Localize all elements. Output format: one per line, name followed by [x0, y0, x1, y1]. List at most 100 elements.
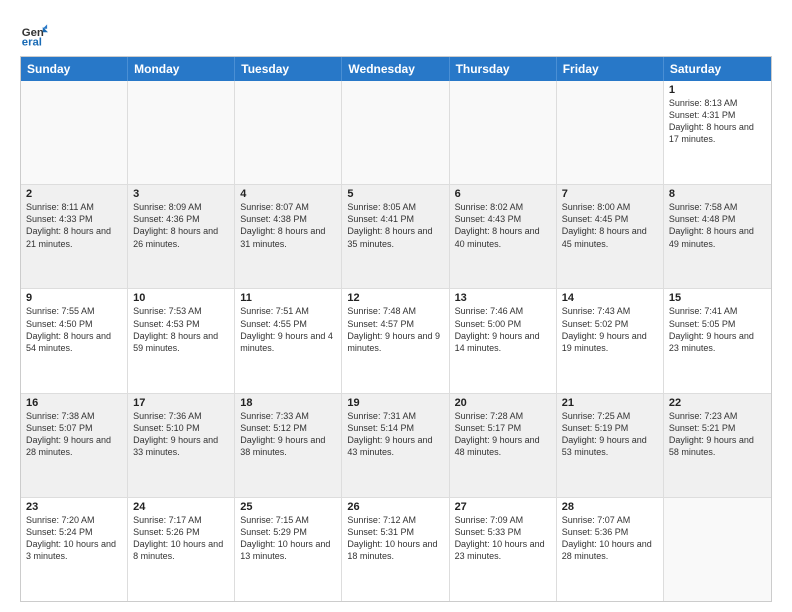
calendar-cell: 24Sunrise: 7:17 AMSunset: 5:26 PMDayligh…	[128, 498, 235, 601]
cell-info: Sunrise: 8:13 AMSunset: 4:31 PMDaylight:…	[669, 97, 766, 146]
day-number: 2	[26, 188, 122, 200]
calendar-cell: 16Sunrise: 7:38 AMSunset: 5:07 PMDayligh…	[21, 394, 128, 497]
day-number: 4	[240, 188, 336, 200]
cell-info: Sunrise: 8:09 AMSunset: 4:36 PMDaylight:…	[133, 201, 229, 250]
cell-info: Sunrise: 7:15 AMSunset: 5:29 PMDaylight:…	[240, 514, 336, 563]
cell-info: Sunrise: 7:53 AMSunset: 4:53 PMDaylight:…	[133, 305, 229, 354]
cell-info: Sunrise: 8:02 AMSunset: 4:43 PMDaylight:…	[455, 201, 551, 250]
day-number: 22	[669, 397, 766, 409]
logo-icon: Gen eral	[20, 20, 48, 48]
cell-info: Sunrise: 7:36 AMSunset: 5:10 PMDaylight:…	[133, 410, 229, 459]
day-number: 5	[347, 188, 443, 200]
day-number: 21	[562, 397, 658, 409]
calendar-page: Gen eral SundayMondayTuesdayWednesdayThu…	[0, 0, 792, 612]
calendar-header-cell: Friday	[557, 57, 664, 81]
cell-info: Sunrise: 8:00 AMSunset: 4:45 PMDaylight:…	[562, 201, 658, 250]
calendar-cell: 26Sunrise: 7:12 AMSunset: 5:31 PMDayligh…	[342, 498, 449, 601]
cell-info: Sunrise: 7:25 AMSunset: 5:19 PMDaylight:…	[562, 410, 658, 459]
logo: Gen eral	[20, 20, 50, 48]
cell-info: Sunrise: 7:38 AMSunset: 5:07 PMDaylight:…	[26, 410, 122, 459]
cell-info: Sunrise: 7:12 AMSunset: 5:31 PMDaylight:…	[347, 514, 443, 563]
day-number: 25	[240, 501, 336, 513]
calendar-cell: 25Sunrise: 7:15 AMSunset: 5:29 PMDayligh…	[235, 498, 342, 601]
day-number: 9	[26, 292, 122, 304]
calendar-cell	[557, 81, 664, 184]
calendar-cell	[21, 81, 128, 184]
calendar-cell: 4Sunrise: 8:07 AMSunset: 4:38 PMDaylight…	[235, 185, 342, 288]
calendar-cell	[128, 81, 235, 184]
cell-info: Sunrise: 8:07 AMSunset: 4:38 PMDaylight:…	[240, 201, 336, 250]
cell-info: Sunrise: 7:20 AMSunset: 5:24 PMDaylight:…	[26, 514, 122, 563]
day-number: 13	[455, 292, 551, 304]
calendar-cell: 12Sunrise: 7:48 AMSunset: 4:57 PMDayligh…	[342, 289, 449, 392]
cell-info: Sunrise: 7:46 AMSunset: 5:00 PMDaylight:…	[455, 305, 551, 354]
cell-info: Sunrise: 7:31 AMSunset: 5:14 PMDaylight:…	[347, 410, 443, 459]
cell-info: Sunrise: 7:28 AMSunset: 5:17 PMDaylight:…	[455, 410, 551, 459]
day-number: 11	[240, 292, 336, 304]
calendar-body: 1Sunrise: 8:13 AMSunset: 4:31 PMDaylight…	[21, 81, 771, 601]
cell-info: Sunrise: 7:23 AMSunset: 5:21 PMDaylight:…	[669, 410, 766, 459]
calendar-cell: 11Sunrise: 7:51 AMSunset: 4:55 PMDayligh…	[235, 289, 342, 392]
day-number: 24	[133, 501, 229, 513]
cell-info: Sunrise: 7:07 AMSunset: 5:36 PMDaylight:…	[562, 514, 658, 563]
calendar-cell: 14Sunrise: 7:43 AMSunset: 5:02 PMDayligh…	[557, 289, 664, 392]
cell-info: Sunrise: 7:09 AMSunset: 5:33 PMDaylight:…	[455, 514, 551, 563]
calendar-cell: 23Sunrise: 7:20 AMSunset: 5:24 PMDayligh…	[21, 498, 128, 601]
calendar-cell: 5Sunrise: 8:05 AMSunset: 4:41 PMDaylight…	[342, 185, 449, 288]
calendar-grid: SundayMondayTuesdayWednesdayThursdayFrid…	[20, 56, 772, 602]
calendar-cell: 8Sunrise: 7:58 AMSunset: 4:48 PMDaylight…	[664, 185, 771, 288]
day-number: 15	[669, 292, 766, 304]
day-number: 28	[562, 501, 658, 513]
calendar-week-row: 1Sunrise: 8:13 AMSunset: 4:31 PMDaylight…	[21, 81, 771, 184]
day-number: 6	[455, 188, 551, 200]
calendar-cell: 18Sunrise: 7:33 AMSunset: 5:12 PMDayligh…	[235, 394, 342, 497]
day-number: 26	[347, 501, 443, 513]
calendar-cell	[664, 498, 771, 601]
calendar-cell: 6Sunrise: 8:02 AMSunset: 4:43 PMDaylight…	[450, 185, 557, 288]
cell-info: Sunrise: 7:55 AMSunset: 4:50 PMDaylight:…	[26, 305, 122, 354]
day-number: 20	[455, 397, 551, 409]
cell-info: Sunrise: 7:33 AMSunset: 5:12 PMDaylight:…	[240, 410, 336, 459]
calendar-cell: 19Sunrise: 7:31 AMSunset: 5:14 PMDayligh…	[342, 394, 449, 497]
calendar-cell	[235, 81, 342, 184]
page-header: Gen eral	[20, 16, 772, 48]
cell-info: Sunrise: 7:41 AMSunset: 5:05 PMDaylight:…	[669, 305, 766, 354]
day-number: 18	[240, 397, 336, 409]
cell-info: Sunrise: 8:05 AMSunset: 4:41 PMDaylight:…	[347, 201, 443, 250]
cell-info: Sunrise: 7:51 AMSunset: 4:55 PMDaylight:…	[240, 305, 336, 354]
calendar-cell: 28Sunrise: 7:07 AMSunset: 5:36 PMDayligh…	[557, 498, 664, 601]
day-number: 12	[347, 292, 443, 304]
day-number: 14	[562, 292, 658, 304]
cell-info: Sunrise: 7:17 AMSunset: 5:26 PMDaylight:…	[133, 514, 229, 563]
calendar-week-row: 23Sunrise: 7:20 AMSunset: 5:24 PMDayligh…	[21, 497, 771, 601]
day-number: 1	[669, 84, 766, 96]
calendar-header-cell: Monday	[128, 57, 235, 81]
calendar-cell: 27Sunrise: 7:09 AMSunset: 5:33 PMDayligh…	[450, 498, 557, 601]
day-number: 8	[669, 188, 766, 200]
cell-info: Sunrise: 7:48 AMSunset: 4:57 PMDaylight:…	[347, 305, 443, 354]
calendar-week-row: 16Sunrise: 7:38 AMSunset: 5:07 PMDayligh…	[21, 393, 771, 497]
cell-info: Sunrise: 8:11 AMSunset: 4:33 PMDaylight:…	[26, 201, 122, 250]
calendar-cell: 3Sunrise: 8:09 AMSunset: 4:36 PMDaylight…	[128, 185, 235, 288]
calendar-week-row: 9Sunrise: 7:55 AMSunset: 4:50 PMDaylight…	[21, 288, 771, 392]
day-number: 19	[347, 397, 443, 409]
svg-text:eral: eral	[22, 36, 42, 48]
calendar-header-cell: Thursday	[450, 57, 557, 81]
calendar-header-cell: Wednesday	[342, 57, 449, 81]
calendar-cell: 9Sunrise: 7:55 AMSunset: 4:50 PMDaylight…	[21, 289, 128, 392]
calendar-cell: 20Sunrise: 7:28 AMSunset: 5:17 PMDayligh…	[450, 394, 557, 497]
day-number: 16	[26, 397, 122, 409]
calendar-cell: 21Sunrise: 7:25 AMSunset: 5:19 PMDayligh…	[557, 394, 664, 497]
calendar-cell: 2Sunrise: 8:11 AMSunset: 4:33 PMDaylight…	[21, 185, 128, 288]
calendar-cell: 1Sunrise: 8:13 AMSunset: 4:31 PMDaylight…	[664, 81, 771, 184]
calendar-header: SundayMondayTuesdayWednesdayThursdayFrid…	[21, 57, 771, 81]
calendar-cell: 22Sunrise: 7:23 AMSunset: 5:21 PMDayligh…	[664, 394, 771, 497]
calendar-cell: 15Sunrise: 7:41 AMSunset: 5:05 PMDayligh…	[664, 289, 771, 392]
calendar-header-cell: Saturday	[664, 57, 771, 81]
day-number: 7	[562, 188, 658, 200]
calendar-header-cell: Tuesday	[235, 57, 342, 81]
calendar-cell: 17Sunrise: 7:36 AMSunset: 5:10 PMDayligh…	[128, 394, 235, 497]
calendar-cell: 10Sunrise: 7:53 AMSunset: 4:53 PMDayligh…	[128, 289, 235, 392]
cell-info: Sunrise: 7:58 AMSunset: 4:48 PMDaylight:…	[669, 201, 766, 250]
day-number: 27	[455, 501, 551, 513]
